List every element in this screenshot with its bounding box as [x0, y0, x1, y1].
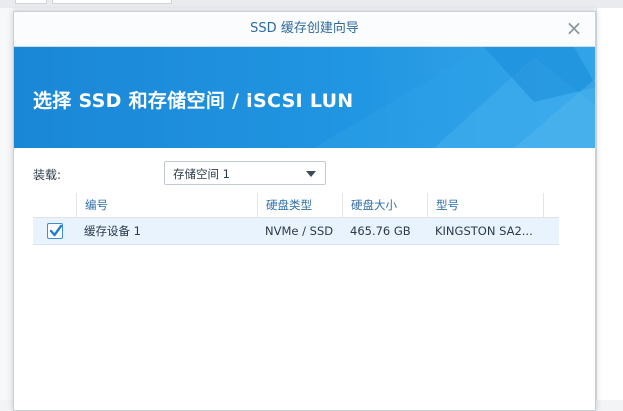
ssd-cache-wizard-dialog: SSD 缓存创建向导 × 选择 SSD 和存储空间 / iSCSI LUN 装载… — [13, 11, 596, 411]
wizard-banner: 选择 SSD 和存储空间 / iSCSI LUN — [14, 47, 595, 148]
banner-title: 选择 SSD 和存储空间 / iSCSI LUN — [33, 90, 354, 112]
cell-number: 缓存设备 1 — [84, 224, 141, 238]
column-header-disk-size[interactable]: 硬盘大小 — [342, 193, 427, 217]
column-header-number[interactable]: 编号 — [76, 193, 257, 217]
chevron-down-icon[interactable] — [306, 171, 316, 177]
table-header: 编号 硬盘类型 硬盘大小 型号 — [33, 193, 559, 218]
dialog-titlebar: SSD 缓存创建向导 × — [14, 12, 595, 47]
ssd-table: 编号 硬盘类型 硬盘大小 型号 缓存设备 1 NVMe / SSD 465.76… — [33, 193, 559, 245]
cell-disk-size: 465.76 GB — [350, 224, 411, 238]
column-header-spacer — [543, 193, 559, 217]
column-header-model[interactable]: 型号 — [427, 193, 543, 217]
row-checkbox[interactable] — [47, 223, 63, 239]
column-header-disk-type[interactable]: 硬盘类型 — [257, 193, 342, 217]
column-header-select — [33, 193, 76, 217]
cell-disk-type: NVMe / SSD — [265, 224, 334, 238]
volume-select[interactable]: 存储空间 1 — [164, 161, 326, 185]
dialog-title: SSD 缓存创建向导 — [250, 21, 359, 36]
table-row[interactable]: 缓存设备 1 NVMe / SSD 465.76 GB KINGSTON SA2… — [33, 218, 559, 245]
checkmark-icon — [49, 224, 63, 237]
background-left-panel — [0, 8, 13, 400]
volume-select-value: 存储空间 1 — [173, 167, 230, 181]
background-right-panel — [596, 8, 623, 400]
mount-label: 装载: — [33, 168, 62, 182]
cell-model: KINGSTON SA2... — [435, 224, 533, 238]
close-icon[interactable]: × — [561, 15, 587, 41]
background-tab — [52, 0, 172, 4]
background-tab — [15, 0, 47, 4]
